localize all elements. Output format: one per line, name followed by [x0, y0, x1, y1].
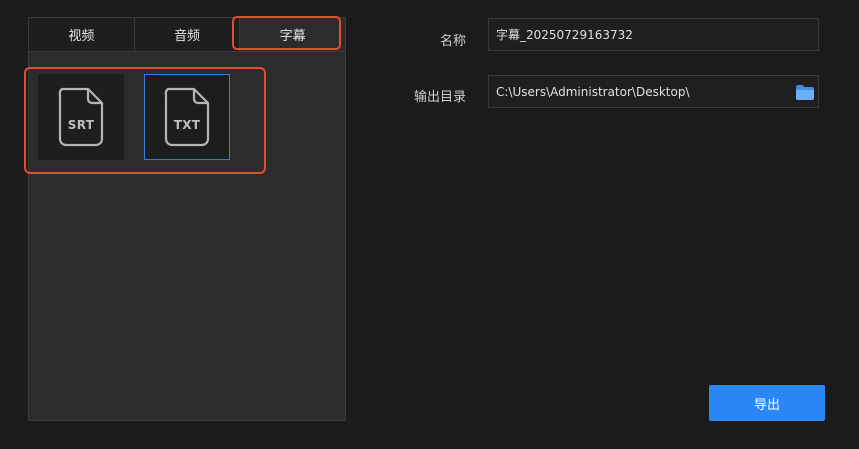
- txt-file-icon: TXT: [162, 87, 212, 147]
- output-dir-value: C:\Users\Administrator\Desktop\: [496, 84, 690, 99]
- output-dir-input[interactable]: C:\Users\Administrator\Desktop\: [488, 75, 819, 108]
- format-srt-tile[interactable]: SRT: [38, 74, 124, 160]
- name-label: 名称: [439, 34, 466, 49]
- export-dialog: 视频 音频 字幕 SRT TXT 名称 字幕_20250729163732 输出…: [0, 0, 859, 449]
- output-dir-label: 输出目录: [413, 90, 466, 105]
- srt-file-icon: SRT: [56, 87, 106, 147]
- tab-subtitle[interactable]: 字幕: [240, 18, 346, 51]
- txt-label: TXT: [173, 118, 201, 132]
- folder-icon[interactable]: [795, 84, 815, 101]
- format-tabs: 视频 音频 字幕: [28, 17, 346, 51]
- tab-audio[interactable]: 音频: [134, 18, 241, 51]
- srt-label: SRT: [67, 118, 95, 132]
- name-input[interactable]: 字幕_20250729163732: [488, 18, 819, 51]
- format-txt-tile[interactable]: TXT: [144, 74, 230, 160]
- name-input-value: 字幕_20250729163732: [496, 28, 633, 42]
- tab-video[interactable]: 视频: [29, 18, 135, 51]
- export-button[interactable]: 导出: [709, 385, 825, 421]
